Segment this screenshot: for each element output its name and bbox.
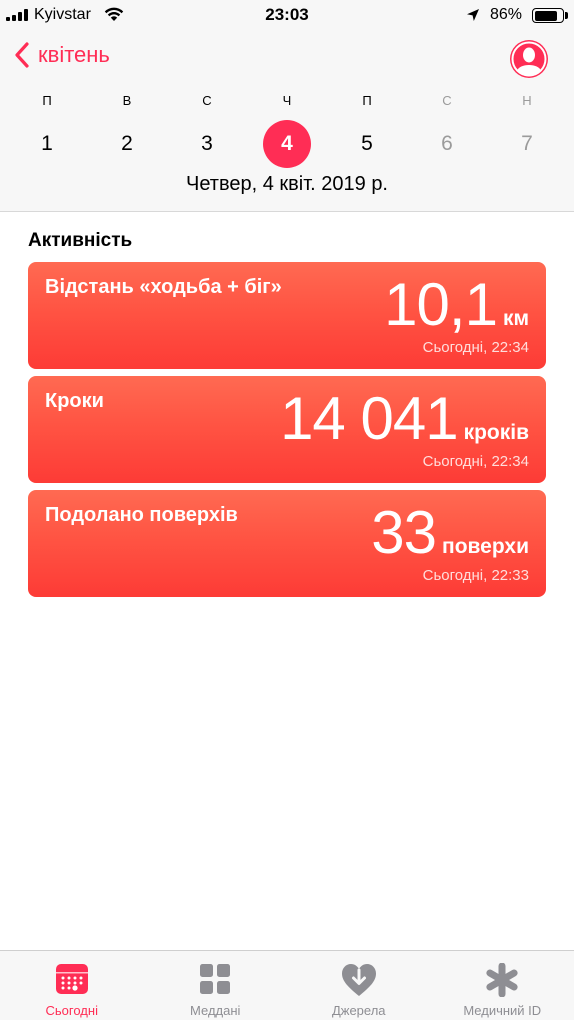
selected-date: Четвер, 4 квіт. 2019 р.	[186, 173, 388, 195]
card-timestamp: Сьогодні, 22:33	[422, 567, 529, 584]
calendar-header: квітень П 1 В 2 С 3 Ч 4 П 5 С 6 Н 7 Четв…	[0, 30, 574, 212]
day-mon[interactable]: П 1	[7, 90, 87, 180]
steps-card[interactable]: Кроки 14 041 кроків Сьогодні, 22:34	[28, 376, 546, 483]
section-title: Активність	[28, 230, 133, 251]
location-arrow-icon	[466, 8, 480, 27]
day-sun[interactable]: Н 7	[487, 90, 567, 180]
tab-label: Меддані	[190, 1003, 241, 1018]
grid-icon	[144, 963, 288, 997]
chevron-left-icon	[15, 42, 29, 68]
day-sat[interactable]: С 6	[407, 90, 487, 180]
card-title: Кроки	[45, 390, 104, 412]
tab-label: Джерела	[331, 1003, 386, 1018]
day-letter: Н	[522, 93, 532, 108]
calendar-icon	[0, 963, 144, 997]
day-number: 6	[441, 132, 453, 155]
card-unit: кроків	[463, 421, 529, 444]
battery-tip	[565, 12, 568, 19]
tab-label: Медичний ID	[463, 1003, 542, 1018]
card-timestamp: Сьогодні, 22:34	[422, 339, 529, 356]
day-number: 4	[263, 120, 311, 168]
tab-medical-id[interactable]: Медичний ID	[431, 951, 574, 1020]
battery-percent: 86%	[490, 6, 523, 23]
card-unit: км	[502, 307, 529, 330]
day-letter: В	[122, 93, 132, 108]
day-number: 1	[41, 132, 53, 155]
card-value: 10,1 км	[384, 270, 529, 339]
tab-sources[interactable]: Джерела	[287, 951, 431, 1020]
card-number: 33	[371, 499, 437, 566]
tab-today[interactable]: Сьогодні	[0, 951, 144, 1020]
day-letter: П	[362, 93, 372, 108]
card-timestamp: Сьогодні, 22:34	[422, 453, 529, 470]
card-value: 33 поверхи	[371, 498, 529, 567]
card-number: 14 041	[280, 385, 459, 452]
day-number: 7	[521, 132, 533, 155]
day-wed[interactable]: С 3	[167, 90, 247, 180]
tab-health-data[interactable]: Меддані	[144, 951, 288, 1020]
day-number: 3	[201, 132, 213, 155]
status-bar: Kyivstar 23:03 86%	[0, 0, 574, 30]
card-unit: поверхи	[442, 535, 529, 558]
card-value: 14 041 кроків	[280, 384, 529, 453]
battery-level-fill	[534, 10, 557, 21]
tab-label: Сьогодні	[45, 1003, 98, 1018]
tab-bar: Сьогодні Меддані Джерела Медичний ID	[0, 950, 574, 1020]
day-number: 2	[121, 132, 133, 155]
person-icon	[511, 41, 547, 77]
distance-card[interactable]: Відстань «ходьба + біг» 10,1 км Сьогодні…	[28, 262, 546, 369]
day-tue[interactable]: В 2	[87, 90, 167, 180]
day-thu[interactable]: Ч 4	[247, 90, 327, 180]
battery-icon	[532, 8, 564, 23]
card-number: 10,1	[384, 271, 498, 338]
day-fri[interactable]: П 5	[327, 90, 407, 180]
card-title: Відстань «ходьба + біг»	[45, 276, 282, 298]
back-month-button[interactable]: квітень	[14, 42, 110, 68]
day-letter: С	[202, 93, 212, 108]
card-title: Подолано поверхів	[45, 504, 238, 526]
back-month-label: квітень	[38, 42, 110, 67]
floors-card[interactable]: Подолано поверхів 33 поверхи Сьогодні, 2…	[28, 490, 546, 597]
day-letter: Ч	[282, 93, 292, 108]
profile-button[interactable]	[510, 40, 548, 78]
week-strip: П 1 В 2 С 3 Ч 4 П 5 С 6 Н 7	[7, 90, 567, 180]
day-number: 5	[361, 132, 373, 155]
day-letter: П	[42, 93, 52, 108]
status-time: 23:03	[265, 5, 309, 24]
heart-download-icon	[287, 963, 431, 997]
asterisk-icon	[431, 963, 574, 997]
day-letter: С	[442, 93, 452, 108]
